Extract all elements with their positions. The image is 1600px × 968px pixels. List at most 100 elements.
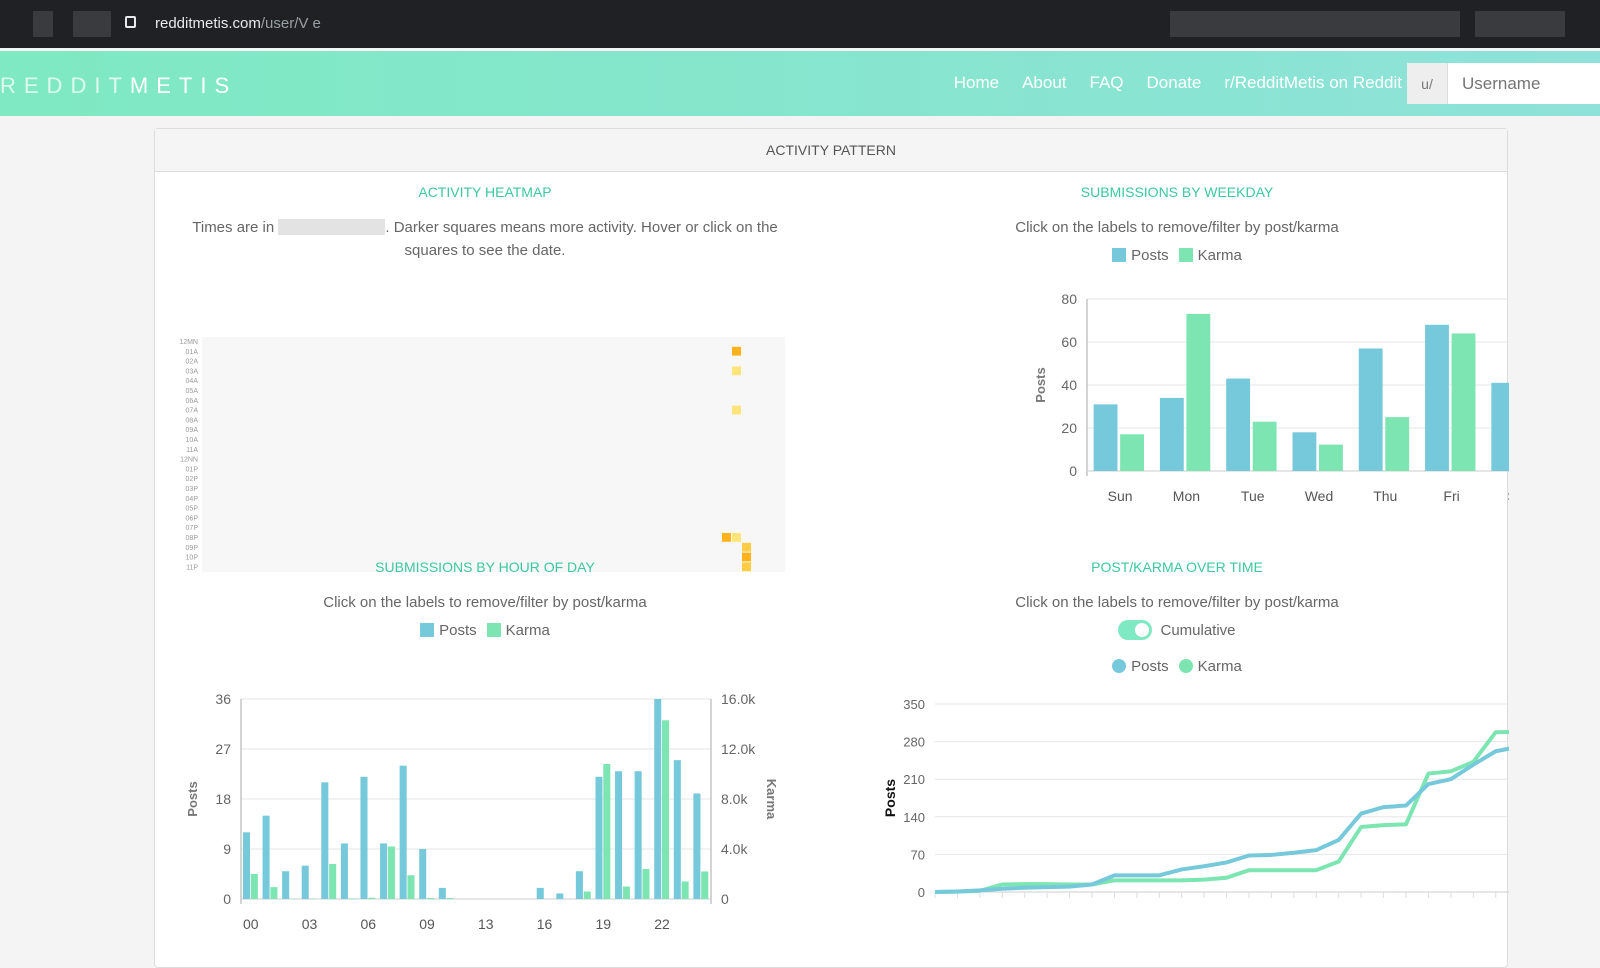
y-tick-label: 140 <box>903 810 925 825</box>
heatmap-hour-label: 08P <box>186 535 199 542</box>
heatmap-section: ACTIVITY HEATMAP Times are in . Darker s… <box>155 184 815 573</box>
x-tick-label: Fri <box>1443 488 1459 504</box>
heatmap-hour-label: 08A <box>186 417 199 424</box>
karma-bar <box>583 891 591 899</box>
nav-home[interactable]: Home <box>954 73 999 93</box>
heatmap-desc-b: . Darker squares means more activity. Ho… <box>385 219 778 259</box>
legend-posts[interactable]: Posts <box>1112 658 1169 675</box>
logo[interactable]: REDDITMETIS <box>0 73 237 99</box>
heatmap-cell <box>732 346 741 356</box>
karma-bar <box>622 886 630 899</box>
karma-bar <box>1120 434 1145 471</box>
tab-icon[interactable] <box>73 11 111 37</box>
y-axis-title: Posts <box>1033 367 1048 402</box>
y2-axis-title: Karma <box>764 779 779 820</box>
username-input[interactable] <box>1448 63 1598 104</box>
posts-dot <box>1112 659 1127 673</box>
posts-bar <box>1226 378 1251 471</box>
legend-posts[interactable]: Posts <box>1112 247 1169 264</box>
toggle-switch[interactable] <box>1118 620 1153 640</box>
hour-title: SUBMISSIONS BY HOUR OF DAY <box>375 559 595 575</box>
url-host: redditmetis.com <box>155 15 261 32</box>
posts-bar <box>536 887 544 899</box>
y-tick-label: 40 <box>1061 377 1077 393</box>
profile-icon[interactable] <box>1475 11 1565 37</box>
heatmap-hour-label: 06A <box>186 398 199 405</box>
x-tick-label: Mon <box>1173 488 1200 504</box>
heatmap-cell <box>732 366 741 376</box>
heatmap-desc-a: Times are in <box>192 219 275 236</box>
karma-bar <box>368 897 376 899</box>
activity-heatmap[interactable]: 12MN 01A 02A 03A 04A 05A 06A 07A 08A 09A 10A 11A 12N… <box>160 332 800 577</box>
x-tick-label: Thu <box>1373 488 1397 504</box>
hour-chart[interactable]: 0918273604.0k8.0k12.0k16.0k00 03 06 09 13 16 1… <box>155 664 815 934</box>
y-tick-label: 210 <box>903 772 925 787</box>
user-prefix: u/ <box>1407 63 1448 104</box>
y-axis-title: Posts <box>882 779 898 817</box>
weekday-chart[interactable]: 02040608003000600090001200015000SunMonTu… <box>845 289 1509 519</box>
browser-bar: redditmetis.com/user/V e <box>0 0 1600 48</box>
karma-dot <box>1178 659 1193 673</box>
x-tick-label: Wed <box>1305 488 1334 504</box>
karma-bar <box>603 764 611 899</box>
y2-tick-label: 8.0k <box>721 791 748 807</box>
nav-subreddit[interactable]: r/RedditMetis on Reddit <box>1224 73 1402 93</box>
time-desc: Click on the labels to remove/filter by … <box>1015 594 1339 611</box>
y-axis-title: Posts <box>185 781 200 816</box>
posts-bar <box>1159 397 1184 471</box>
cumulative-toggle[interactable]: Cumulative <box>845 620 1509 640</box>
time-chart[interactable]: 070140210280350010.0k20.0k30.0k40.0k50.0… <box>845 699 1509 939</box>
top-navbar: REDDITMETIS Home About FAQ Donate r/Redd… <box>0 51 1600 116</box>
karma-bar <box>1451 333 1476 471</box>
x-tick-label: 16 <box>537 916 553 932</box>
karma-bar <box>681 881 689 899</box>
nav-faq[interactable]: FAQ <box>1090 73 1124 93</box>
posts-bar <box>399 765 407 899</box>
heatmap-cell <box>732 405 741 415</box>
karma-bar <box>407 875 415 899</box>
heatmap-hour-label: 05P <box>186 506 199 513</box>
heatmap-hour-label: 11A <box>186 447 198 454</box>
tab-icon[interactable] <box>33 11 53 37</box>
posts-bar <box>673 760 681 899</box>
toggle-label: Cumulative <box>1160 622 1236 639</box>
karma-bar <box>1252 421 1277 471</box>
timezone-redacted <box>278 219 386 235</box>
weekday-desc: Click on the labels to remove/filter by … <box>1015 219 1339 236</box>
posts-bar <box>556 893 564 899</box>
y-tick-label: 0 <box>1069 463 1077 479</box>
nav-about[interactable]: About <box>1022 73 1066 93</box>
y-tick-label: 18 <box>215 791 231 807</box>
legend-karma[interactable]: Karma <box>1178 247 1242 264</box>
lock-icon <box>125 16 136 28</box>
posts-bar <box>438 887 446 899</box>
heatmap-hour-label: 03P <box>186 486 199 493</box>
legend-posts[interactable]: Posts <box>420 622 477 639</box>
y-tick-label: 20 <box>1061 420 1077 436</box>
panel-title: ACTIVITY PATTERN <box>155 129 1507 172</box>
karma-bar <box>642 869 650 899</box>
posts-bar <box>321 782 329 899</box>
posts-bar <box>595 776 603 899</box>
legend-label: Karma <box>1197 658 1242 675</box>
posts-bar <box>419 849 427 899</box>
address-bar[interactable]: redditmetis.com/user/V e <box>155 15 321 32</box>
legend-karma[interactable]: Karma <box>1178 658 1242 675</box>
x-tick-label: Tue <box>1241 488 1265 504</box>
karma-bar <box>662 720 670 899</box>
extension-icons[interactable] <box>1170 11 1460 37</box>
nav-donate[interactable]: Donate <box>1147 73 1202 93</box>
x-tick-label: Sun <box>1108 488 1133 504</box>
posts-bar <box>693 793 701 899</box>
posts-bar <box>340 843 348 899</box>
y-tick-label: 280 <box>903 735 925 750</box>
x-tick-label: 09 <box>419 916 435 932</box>
heatmap-hour-label: 12MN <box>179 339 198 346</box>
legend-karma[interactable]: Karma <box>486 622 550 639</box>
logo-part-b: METIS <box>129 73 238 98</box>
posts-swatch <box>420 623 435 637</box>
heatmap-hour-label: 07P <box>186 525 199 532</box>
legend-label: Karma <box>1197 247 1242 264</box>
y-tick-label: 36 <box>215 691 231 707</box>
x-tick-label: Sat <box>1507 488 1509 504</box>
